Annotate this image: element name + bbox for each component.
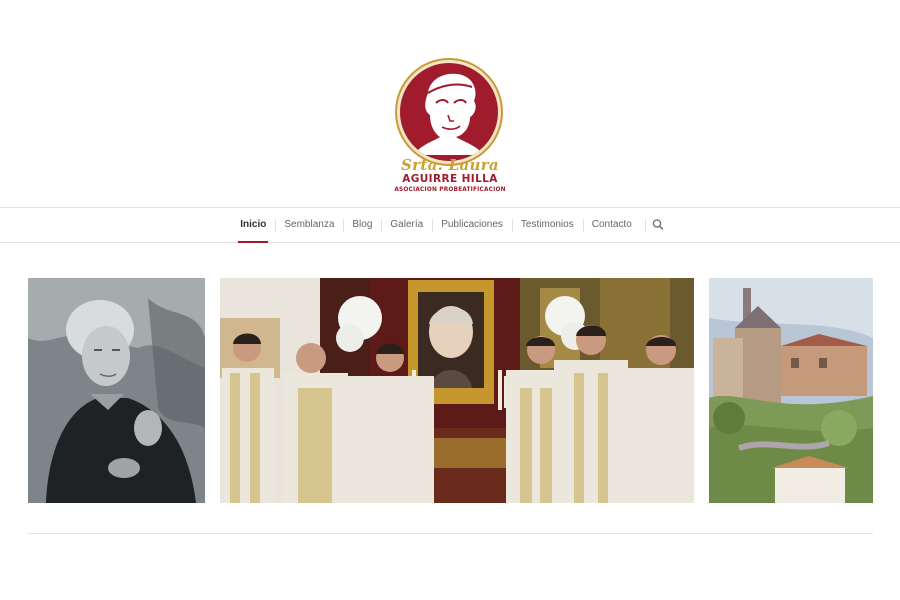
nav-item-publicaciones[interactable]: Publicaciones	[432, 208, 512, 242]
gallery-image-portrait-woman[interactable]	[28, 278, 205, 503]
gallery-image-village-painting[interactable]	[709, 278, 873, 503]
priests-altar-image	[220, 278, 694, 503]
portrait-silhouette-icon	[414, 73, 484, 155]
nav-item-blog[interactable]: Blog	[343, 208, 381, 242]
search-button[interactable]	[644, 208, 669, 242]
site-logo[interactable]: Srta. Laura AGUIRRE HILLA ASOCIACION PRO…	[393, 60, 507, 198]
search-icon	[652, 219, 663, 230]
nav-item-testimonios[interactable]: Testimonios	[511, 208, 583, 242]
nav-item-inicio[interactable]: Inicio	[231, 208, 275, 243]
logo-name-text: AGUIRRE HILLA	[402, 173, 498, 185]
logo-script-text: Srta. Laura	[401, 156, 499, 174]
main-navigation-bar: Inicio Semblanza Blog Galería Publicacio…	[0, 207, 900, 243]
gallery-image-priests-altar[interactable]	[220, 278, 694, 503]
logo-portrait-emblem	[397, 60, 501, 164]
nav-item-contacto[interactable]: Contacto	[582, 208, 641, 242]
nav-item-galeria[interactable]: Galería	[381, 208, 432, 242]
logo-subtitle-text: ASOCIACION PROBEATIFICACION	[394, 187, 506, 193]
portrait-woman-image	[28, 278, 205, 503]
content-divider	[28, 533, 873, 534]
main-navigation: Inicio Semblanza Blog Galería Publicacio…	[0, 208, 900, 243]
village-painting-image	[709, 278, 873, 503]
nav-item-semblanza[interactable]: Semblanza	[275, 208, 343, 242]
